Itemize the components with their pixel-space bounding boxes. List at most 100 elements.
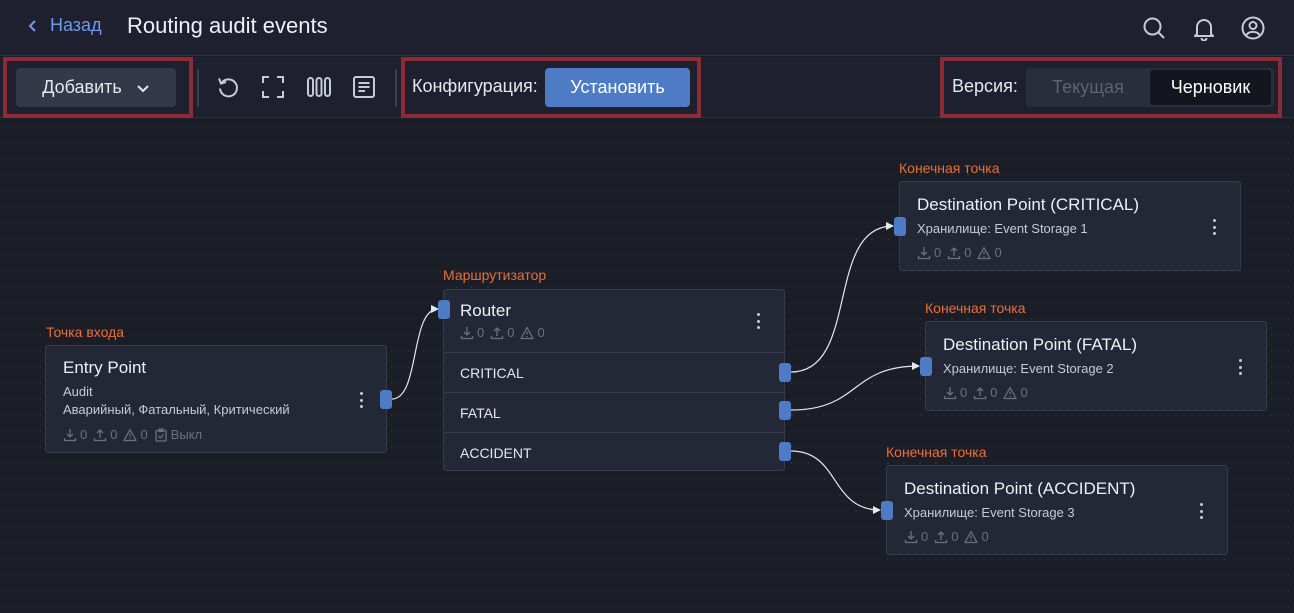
version-draft-option[interactable]: Черновик bbox=[1150, 70, 1271, 105]
fit-screen-icon[interactable] bbox=[260, 74, 286, 100]
stat-in: 0 bbox=[477, 325, 485, 340]
node-title: Router bbox=[460, 301, 512, 320]
dest-accident-type-label: Конечная точка bbox=[886, 444, 987, 460]
stat-out: 0 bbox=[990, 385, 998, 400]
destination-fatal-node[interactable]: Destination Point (FATAL) Хранилище: Eve… bbox=[925, 321, 1267, 411]
entry-node-type-label: Точка входа bbox=[46, 324, 125, 340]
route-row-fatal[interactable]: FATAL bbox=[444, 392, 785, 432]
toolbar: Добавить Конфигурация: Установить Версия… bbox=[0, 57, 1294, 118]
node-title: Destination Point (ACCIDENT) bbox=[904, 479, 1136, 498]
app-header: Назад Routing audit events bbox=[0, 0, 1294, 56]
add-dropdown-button[interactable]: Добавить bbox=[16, 68, 176, 107]
download-icon bbox=[917, 246, 931, 259]
page-title: Routing audit events bbox=[127, 13, 328, 38]
kebab-menu-icon[interactable] bbox=[1233, 357, 1247, 377]
route-label: ACCIDENT bbox=[460, 445, 532, 461]
entry-point-node[interactable]: Entry Point Audit Аварийный, Фатальный, … bbox=[45, 345, 387, 453]
add-button-label: Добавить bbox=[42, 77, 122, 97]
router-output-port-fatal[interactable] bbox=[779, 401, 791, 420]
bell-icon[interactable] bbox=[1191, 15, 1217, 42]
upload-icon bbox=[935, 530, 948, 543]
version-current-option[interactable]: Текущая bbox=[1028, 70, 1148, 105]
upload-icon bbox=[948, 246, 961, 259]
stat-warn: 0 bbox=[1020, 385, 1028, 400]
undo-icon[interactable] bbox=[215, 74, 241, 100]
stat-in: 0 bbox=[80, 427, 88, 442]
stat-in: 0 bbox=[934, 245, 942, 260]
kebab-menu-icon[interactable] bbox=[1207, 217, 1221, 237]
node-storage: Хранилище: Event Storage 2 bbox=[943, 361, 1114, 376]
stat-warn: 0 bbox=[994, 245, 1002, 260]
node-storage: Хранилище: Event Storage 3 bbox=[904, 505, 1075, 520]
stat-in: 0 bbox=[921, 529, 929, 544]
kebab-menu-icon[interactable] bbox=[751, 311, 765, 331]
router-output-port-critical[interactable] bbox=[779, 363, 791, 382]
node-stats: 0 0 0 bbox=[460, 325, 545, 340]
node-stats: 0 0 0 Выкл bbox=[63, 427, 202, 442]
user-circle-icon[interactable] bbox=[1240, 15, 1266, 41]
node-title: Entry Point bbox=[63, 358, 147, 377]
chevron-down-icon bbox=[137, 84, 149, 92]
stat-out: 0 bbox=[507, 325, 515, 340]
dest-critical-type-label: Конечная точка bbox=[899, 160, 1000, 176]
dest-fatal-input-port[interactable] bbox=[920, 357, 932, 376]
warning-icon bbox=[123, 428, 138, 441]
document-icon[interactable] bbox=[351, 74, 377, 100]
dest-critical-input-port[interactable] bbox=[894, 217, 906, 236]
columns-icon[interactable] bbox=[306, 74, 332, 100]
clipboard-check-icon bbox=[155, 427, 167, 442]
stat-out: 0 bbox=[951, 529, 959, 544]
download-icon bbox=[904, 530, 918, 543]
upload-icon bbox=[94, 428, 107, 441]
node-storage: Хранилище: Event Storage 1 bbox=[917, 221, 1088, 236]
entry-output-port[interactable] bbox=[380, 390, 392, 409]
node-levels: Аварийный, Фатальный, Критический bbox=[63, 402, 290, 417]
configuration-label: Конфигурация: bbox=[412, 76, 538, 96]
warning-icon bbox=[964, 530, 979, 543]
route-label: FATAL bbox=[460, 405, 501, 421]
stat-out: 0 bbox=[110, 427, 118, 442]
kebab-menu-icon[interactable] bbox=[354, 390, 368, 410]
router-output-port-accident[interactable] bbox=[779, 442, 791, 461]
stat-warn: 0 bbox=[140, 427, 148, 442]
route-row-critical[interactable]: CRITICAL bbox=[444, 352, 785, 392]
upload-icon bbox=[974, 386, 987, 399]
back-label: Назад bbox=[50, 15, 102, 35]
router-input-port[interactable] bbox=[438, 300, 450, 319]
warning-icon bbox=[977, 246, 992, 259]
stat-status: Выкл bbox=[170, 427, 203, 442]
stat-out: 0 bbox=[964, 245, 972, 260]
version-label: Версия: bbox=[952, 76, 1018, 96]
stat-warn: 0 bbox=[537, 325, 545, 340]
router-node[interactable]: Router 0 0 0 CRITICAL FATAL ACCIDENT bbox=[443, 289, 785, 471]
install-button[interactable]: Установить bbox=[545, 68, 690, 107]
node-stats: 0 0 0 bbox=[904, 529, 989, 544]
route-row-accident[interactable]: ACCIDENT bbox=[444, 432, 785, 472]
node-stats: 0 0 0 bbox=[943, 385, 1028, 400]
download-icon bbox=[943, 386, 957, 399]
upload-icon bbox=[491, 326, 504, 339]
destination-accident-node[interactable]: Destination Point (ACCIDENT) Хранилище: … bbox=[886, 465, 1228, 555]
warning-icon bbox=[1003, 386, 1018, 399]
kebab-menu-icon[interactable] bbox=[1194, 501, 1208, 521]
toolbar-divider bbox=[395, 69, 397, 107]
search-icon[interactable] bbox=[1141, 15, 1167, 41]
download-icon bbox=[63, 428, 77, 441]
stat-in: 0 bbox=[960, 385, 968, 400]
dest-accident-input-port[interactable] bbox=[881, 501, 893, 520]
version-toggle: Текущая Черновик bbox=[1026, 68, 1274, 107]
node-title: Destination Point (CRITICAL) bbox=[917, 195, 1140, 214]
route-label: CRITICAL bbox=[460, 365, 524, 381]
toolbar-divider bbox=[197, 69, 199, 107]
node-stats: 0 0 0 bbox=[917, 245, 1002, 260]
download-icon bbox=[460, 326, 474, 339]
destination-critical-node[interactable]: Destination Point (CRITICAL) Хранилище: … bbox=[899, 181, 1241, 271]
node-title: Destination Point (FATAL) bbox=[943, 335, 1138, 354]
warning-icon bbox=[520, 326, 535, 339]
back-link[interactable]: Назад bbox=[26, 15, 102, 36]
chevron-left-icon bbox=[28, 19, 36, 32]
router-node-type-label: Маршрутизатор bbox=[443, 267, 547, 283]
stat-warn: 0 bbox=[981, 529, 989, 544]
dest-fatal-type-label: Конечная точка bbox=[925, 300, 1026, 316]
node-source: Audit bbox=[63, 384, 93, 399]
